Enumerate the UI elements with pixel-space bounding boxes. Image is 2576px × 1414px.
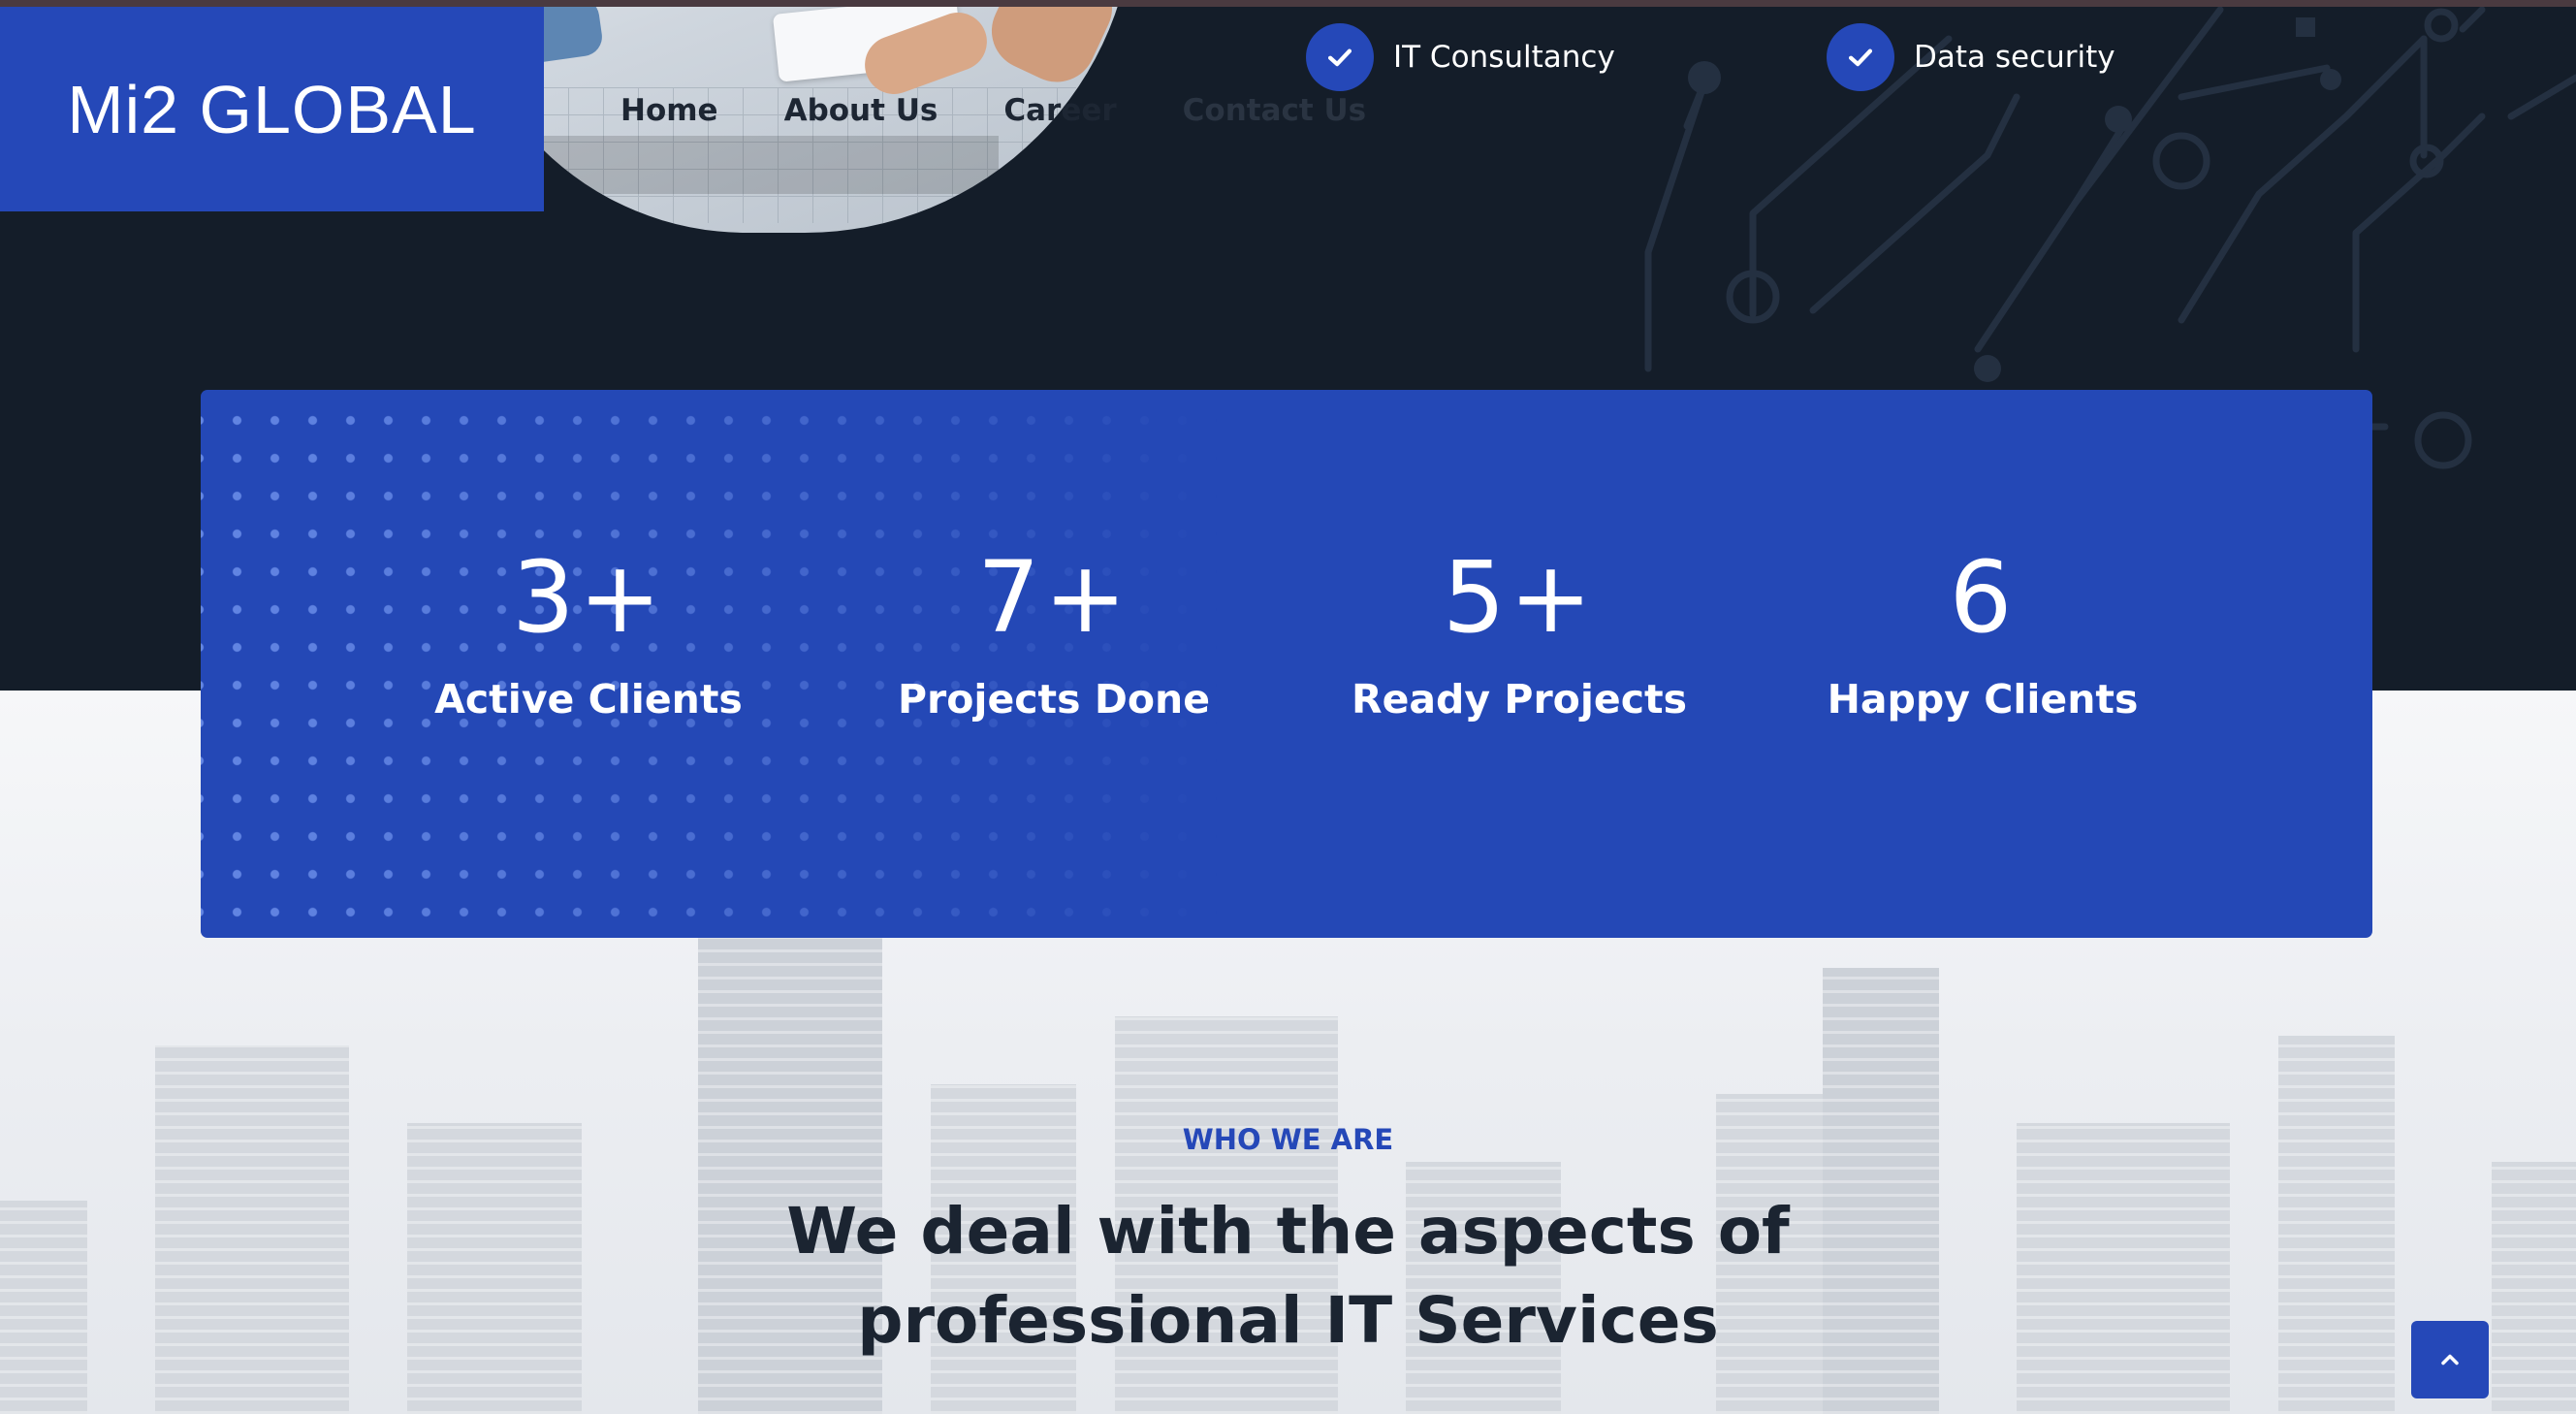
nav-contact-us[interactable]: Contact Us <box>1183 93 1366 128</box>
nav-career[interactable]: Career <box>1003 93 1116 128</box>
stat-projects-done: 7+ Projects Done <box>821 545 1287 723</box>
feature-data-security: Data security <box>1827 23 2115 91</box>
stat-label: Ready Projects <box>1352 676 1687 723</box>
stat-label: Happy Clients <box>1827 676 2139 723</box>
stat-happy-clients: 6 Happy Clients <box>1750 545 2215 723</box>
section-headline: We deal with the aspects of professional… <box>0 1187 2576 1366</box>
brand-logo[interactable]: Mi2 GLOBAL <box>0 7 544 211</box>
nav-about-us[interactable]: About Us <box>784 93 938 128</box>
top-border <box>0 0 2576 7</box>
stat-value: 7+ <box>976 540 1131 656</box>
chevron-up-icon <box>2441 1354 2459 1366</box>
stat-ready-projects: 5+ Ready Projects <box>1287 545 1752 723</box>
feature-label: IT Consultancy <box>1393 40 1615 75</box>
stat-value: 3+ <box>511 540 666 656</box>
feature-it-consultancy: IT Consultancy <box>1306 23 1615 91</box>
nav-home[interactable]: Home <box>620 93 718 128</box>
stat-label: Active Clients <box>434 676 743 723</box>
stats-panel: 3+ Active Clients 7+ Projects Done 5+ Re… <box>201 390 2372 938</box>
section-eyebrow: WHO WE ARE <box>1182 1123 1394 1156</box>
check-icon <box>1306 23 1374 91</box>
stat-value: 5+ <box>1442 540 1597 656</box>
scroll-to-top-button[interactable] <box>2411 1321 2489 1398</box>
stat-active-clients: 3+ Active Clients <box>356 545 821 723</box>
check-icon <box>1827 23 1894 91</box>
main-nav: Home About Us Career Contact Us <box>620 93 1432 128</box>
headline-line: professional IT Services <box>857 1283 1719 1358</box>
logo-text: Mi2 GLOBAL <box>67 71 477 147</box>
feature-label: Data security <box>1914 40 2115 75</box>
stat-label: Projects Done <box>897 676 1211 723</box>
headline-line: We deal with the aspects of <box>786 1194 1790 1269</box>
stat-value: 6 <box>1949 540 2017 656</box>
